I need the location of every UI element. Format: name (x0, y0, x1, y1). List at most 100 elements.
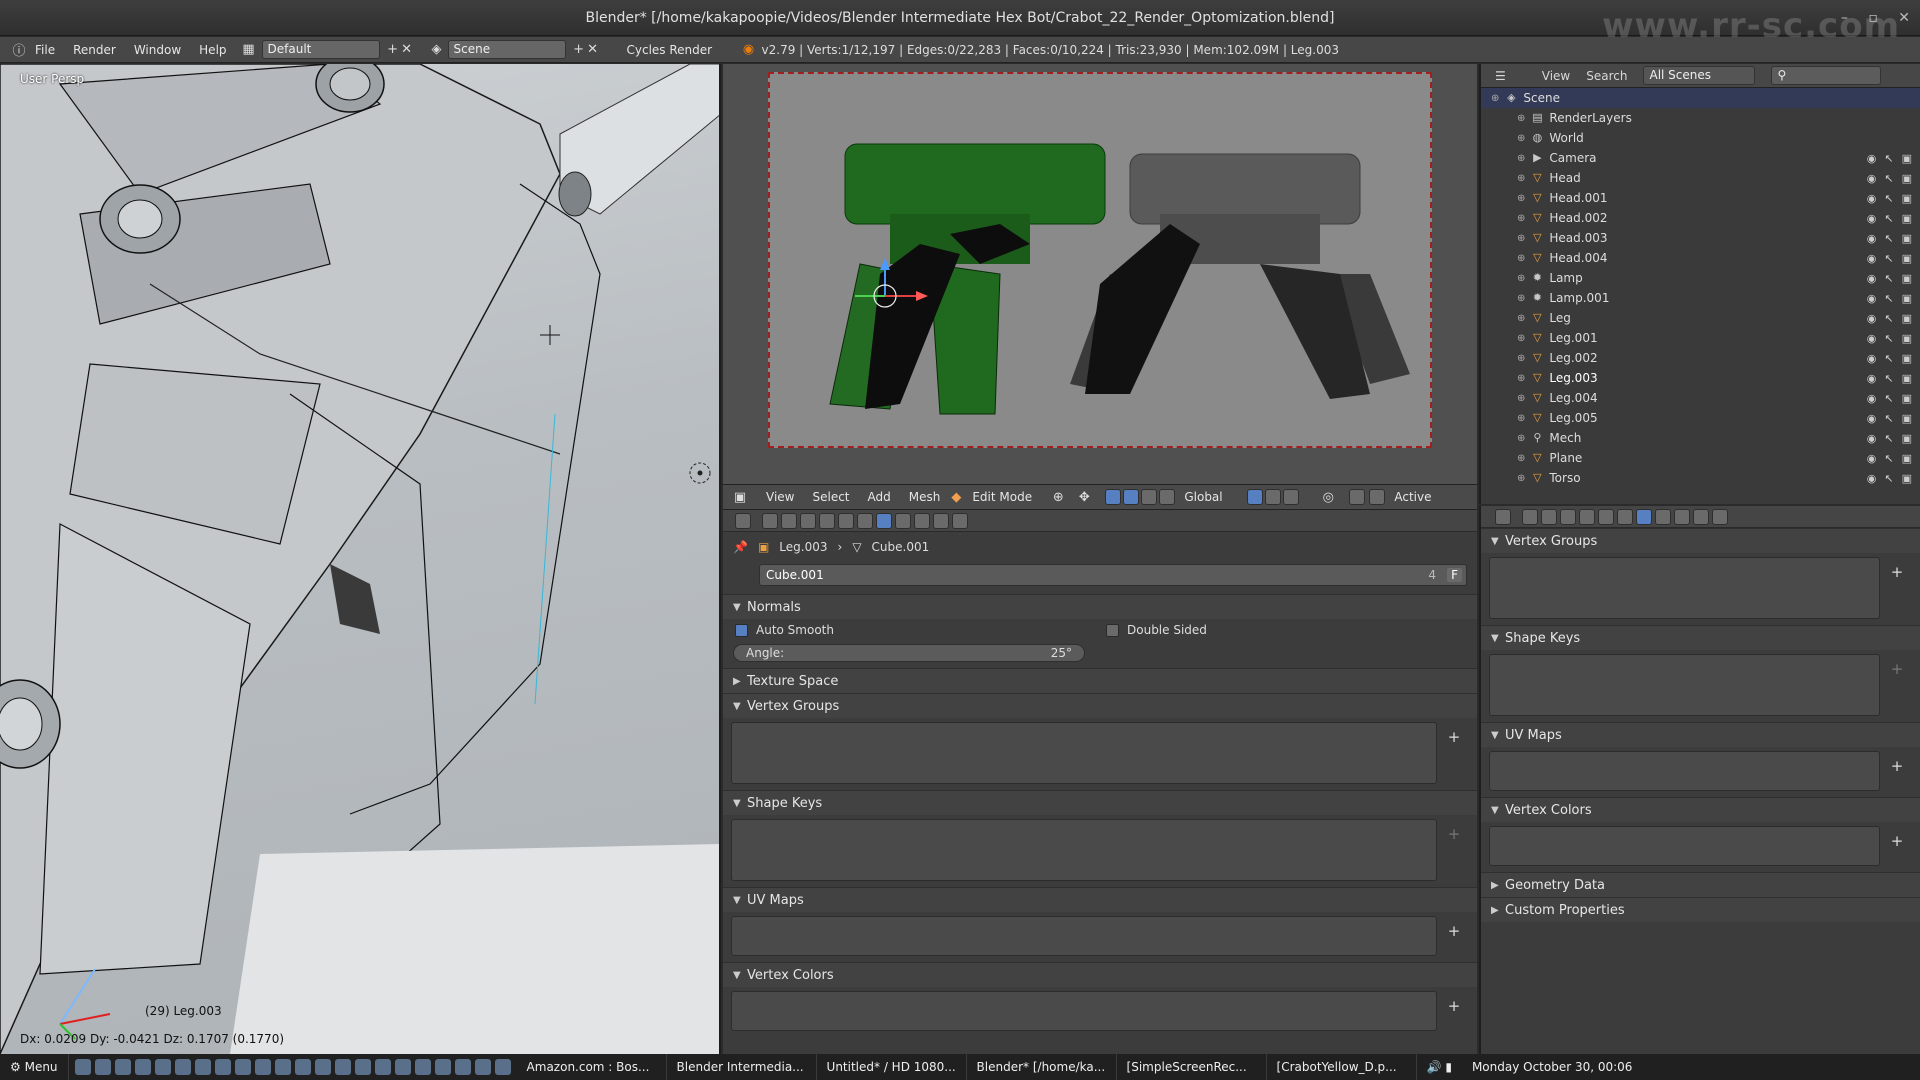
eye-icon[interactable]: ◉ (1867, 232, 1877, 245)
cursor-icon[interactable]: ↖ (1884, 432, 1893, 445)
info-editor-icon[interactable]: ⓘ (12, 40, 26, 59)
outliner-item[interactable]: ⊕ ▽ Torso ◉ ↖ ▣ (1481, 468, 1920, 488)
launcher-icon-22[interactable] (494, 1059, 511, 1075)
cursor-icon[interactable]: ↖ (1884, 412, 1893, 425)
render-engine-selector[interactable]: Cycles Render (618, 43, 726, 57)
normals-panel-header[interactable]: ▼ Normals (723, 594, 1477, 619)
vertex-groups-panel-header-right[interactable]: ▼ Vertex Groups (1481, 528, 1920, 553)
battery-icon[interactable]: ▮ (1445, 1060, 1452, 1074)
modifiers-tab-icon[interactable] (1617, 508, 1633, 525)
translate-toggle[interactable] (1105, 489, 1122, 505)
menu-view[interactable]: View (757, 490, 803, 504)
particles-tab-icon[interactable] (1693, 508, 1709, 525)
layout-selector[interactable]: Default (261, 40, 380, 59)
camera-render-icon[interactable]: ▣ (1902, 152, 1912, 165)
3d-viewport[interactable]: User Persp (29) Leg.003 Dx: 0.0209 Dy: -… (0, 64, 721, 1054)
modifiers-tab-icon[interactable] (857, 512, 873, 529)
auto-smooth-angle-slider[interactable]: Angle: 25° (733, 644, 1085, 662)
outliner-item[interactable]: ⊕ ▽ Leg.002 ◉ ↖ ▣ (1481, 348, 1920, 368)
launcher-icon-1[interactable] (74, 1059, 91, 1075)
outliner-item[interactable]: ⊕ ⚲ Mech ◉ ↖ ▣ (1481, 428, 1920, 448)
camera-render-icon[interactable]: ▣ (1902, 332, 1912, 345)
render-tab-icon[interactable] (1495, 508, 1511, 525)
proportional-edit-icon[interactable]: ◎ (1321, 490, 1335, 505)
add-vertex-group-icon[interactable]: + (1887, 562, 1907, 582)
outliner-item[interactable]: ⊕ ◈ Scene (1481, 88, 1920, 108)
eye-icon[interactable]: ◉ (1867, 352, 1877, 365)
constraints-tab-icon[interactable] (1598, 508, 1614, 525)
physics-tab-icon[interactable] (1712, 508, 1728, 525)
cursor-icon[interactable]: ↖ (1884, 292, 1893, 305)
face-select-mode[interactable] (1283, 489, 1300, 505)
expand-icon[interactable]: ⊕ (1517, 413, 1525, 424)
expand-icon[interactable]: ⊕ (1517, 273, 1525, 284)
cursor-icon[interactable]: ↖ (1884, 312, 1893, 325)
cursor-icon[interactable]: ↖ (1884, 252, 1893, 265)
outliner-item[interactable]: ⊕ ▽ Leg.003 ◉ ↖ ▣ (1481, 368, 1920, 388)
launcher-icon-8[interactable] (214, 1059, 231, 1075)
cursor-icon[interactable]: ↖ (1884, 472, 1893, 485)
geometry-data-panel-header[interactable]: ▶ Geometry Data (1481, 872, 1920, 897)
double-sided-checkbox[interactable] (1106, 623, 1119, 637)
camera-render-icon[interactable]: ▣ (1902, 232, 1912, 245)
camera-render-icon[interactable]: ▣ (1902, 412, 1912, 425)
add-shape-key-icon[interactable]: + (1444, 824, 1464, 844)
outliner-item[interactable]: ⊕ ▽ Head.002 ◉ ↖ ▣ (1481, 208, 1920, 228)
launcher-icon-18[interactable] (414, 1059, 431, 1075)
launcher-icon-14[interactable] (334, 1059, 351, 1075)
expand-icon[interactable]: ⊕ (1517, 473, 1525, 484)
menu-render[interactable]: Render (64, 43, 125, 57)
mode-selector[interactable]: Edit Mode (963, 490, 1051, 504)
eye-icon[interactable]: ◉ (1867, 292, 1877, 305)
launcher-icon-11[interactable] (274, 1059, 291, 1075)
outliner-item[interactable]: ⊕ ◍ World (1481, 128, 1920, 148)
texture-space-panel-header[interactable]: ▶ Texture Space (723, 668, 1477, 693)
add-layout-icon[interactable]: + (386, 42, 400, 57)
shape-keys-list[interactable]: + (731, 819, 1460, 881)
shape-keys-panel-header-right[interactable]: ▼ Shape Keys (1481, 625, 1920, 650)
task-crabot-image[interactable]: [CrabotYellow_D.p... (1267, 1054, 1417, 1080)
eye-icon[interactable]: ◉ (1867, 332, 1877, 345)
volume-icon[interactable]: 🔊 (1427, 1060, 1442, 1074)
object-tab-icon[interactable] (819, 512, 835, 529)
eye-icon[interactable]: ◉ (1867, 452, 1877, 465)
rotate-toggle[interactable] (1123, 489, 1140, 505)
pin-icon[interactable]: 📌 (733, 540, 748, 554)
expand-icon[interactable]: ⊕ (1517, 253, 1525, 264)
particles-tab-icon[interactable] (933, 512, 949, 529)
edge-select-mode[interactable] (1265, 489, 1282, 505)
pivot-icon[interactable]: ⊕ (1051, 490, 1065, 505)
mesh-name-field[interactable]: Cube.001 4 F (759, 564, 1467, 586)
vertex-colors-list-right[interactable]: + (1489, 826, 1903, 866)
launcher-icon-2[interactable] (94, 1059, 111, 1075)
fake-user-button[interactable]: F (1447, 568, 1462, 582)
launcher-icon-20[interactable] (454, 1059, 471, 1075)
add-vertex-color-icon[interactable]: + (1887, 831, 1907, 851)
screen-layout-icon[interactable]: ▦ (242, 42, 256, 57)
cursor-icon[interactable]: ↖ (1884, 212, 1893, 225)
cursor-icon[interactable]: ↖ (1884, 392, 1893, 405)
vertex-colors-list[interactable]: + (731, 991, 1460, 1031)
uv-maps-list[interactable]: + (731, 916, 1460, 956)
auto-smooth-checkbox[interactable] (735, 623, 748, 637)
outliner-item[interactable]: ⊕ ▽ Plane ◉ ↖ ▣ (1481, 448, 1920, 468)
expand-icon[interactable]: ⊕ (1517, 393, 1525, 404)
remove-layout-icon[interactable]: ✕ (400, 42, 414, 57)
add-shape-key-icon[interactable]: + (1887, 659, 1907, 679)
menu-mesh[interactable]: Mesh (900, 490, 950, 504)
cursor-icon[interactable]: ↖ (1884, 372, 1893, 385)
eye-icon[interactable]: ◉ (1867, 432, 1877, 445)
remove-scene-icon[interactable]: ✕ (586, 42, 600, 57)
constraints-tab-icon[interactable] (838, 512, 854, 529)
outliner-item[interactable]: ⊕ ▶ Camera ◉ ↖ ▣ (1481, 148, 1920, 168)
display-mode-selector[interactable]: All Scenes (1643, 66, 1756, 85)
outliner-item[interactable]: ⊕ ▽ Head.003 ◉ ↖ ▣ (1481, 228, 1920, 248)
launcher-icon-13[interactable] (314, 1059, 331, 1075)
mesh-data-tab-icon[interactable] (876, 512, 892, 529)
scene-icon[interactable]: ◈ (430, 42, 444, 57)
expand-icon[interactable]: ⊕ (1517, 293, 1525, 304)
clock[interactable]: Monday October 30, 00:06 (1462, 1054, 1643, 1080)
cursor-icon[interactable]: ↖ (1884, 152, 1893, 165)
camera-render-icon[interactable]: ▣ (1902, 272, 1912, 285)
eye-icon[interactable]: ◉ (1867, 212, 1877, 225)
